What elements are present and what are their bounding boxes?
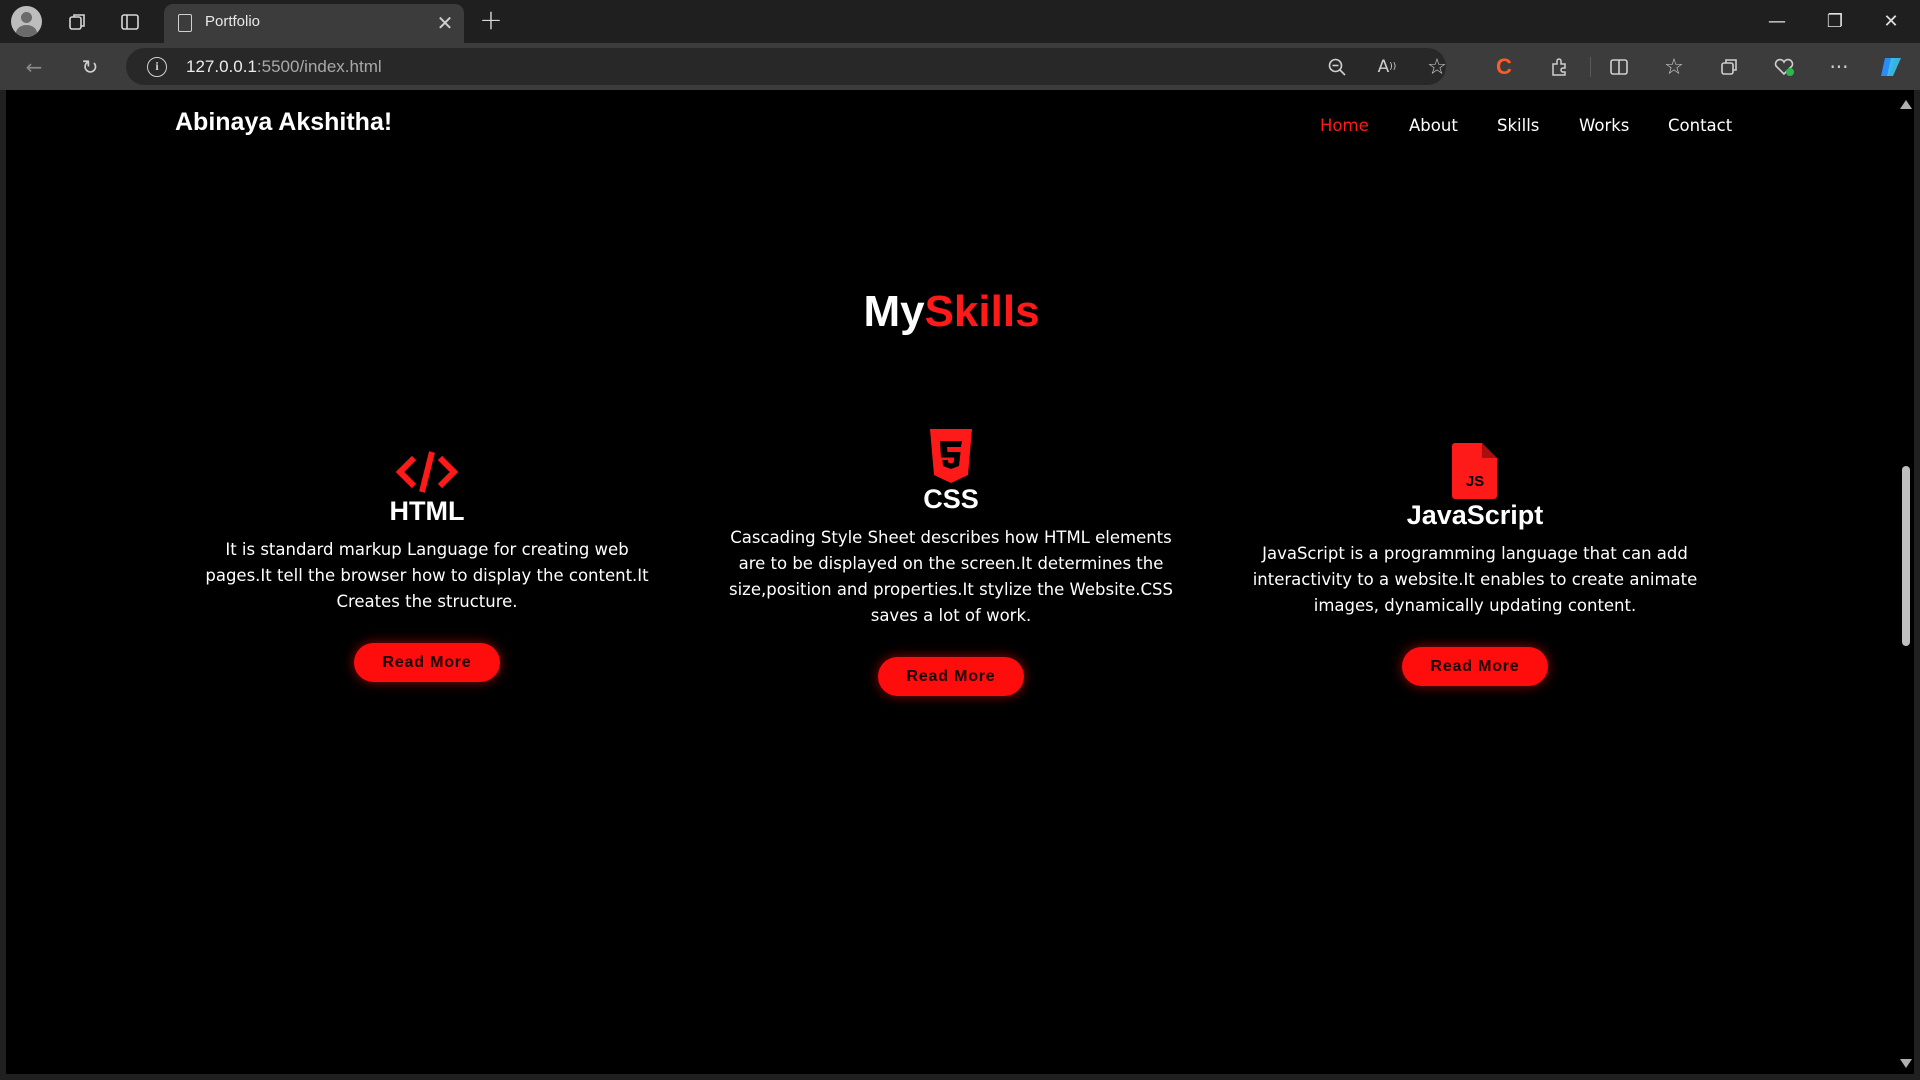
js-file-icon: JS <box>1451 442 1499 500</box>
favorites-icon[interactable]: ☆ <box>1658 51 1690 83</box>
site-info-icon[interactable]: i <box>147 57 167 77</box>
page-viewport: Abinaya Akshitha! Home About Skills Work… <box>6 90 1897 1074</box>
nav-contact[interactable]: Contact <box>1668 116 1732 135</box>
section-title-accent: Skills <box>924 287 1040 336</box>
more-menu-icon[interactable]: ··· <box>1823 51 1855 83</box>
refresh-icon[interactable]: ↻ <box>74 51 106 83</box>
nav-home[interactable]: Home <box>1320 116 1369 135</box>
skill-card-javascript: JS JavaScript JavaScript is a programmin… <box>1245 442 1705 686</box>
skill-description: It is standard markup Language for creat… <box>205 540 649 611</box>
read-more-button[interactable]: Read More <box>878 657 1024 696</box>
read-more-button[interactable]: Read More <box>1402 647 1548 686</box>
url-text[interactable]: 127.0.0.1:5500/index.html <box>186 57 382 77</box>
workspaces-icon[interactable] <box>62 6 93 37</box>
section-title: MySkills <box>6 287 1897 337</box>
tab-strip: Portfolio ✕ + — ❐ ✕ <box>0 0 1920 43</box>
skill-title: CSS <box>923 484 979 514</box>
tab-title: Portfolio <box>205 13 261 30</box>
skill-title: JavaScript <box>1406 500 1544 530</box>
section-title-prefix: My <box>863 287 925 336</box>
minimize-icon[interactable]: — <box>1748 0 1806 43</box>
scrollbar-thumb[interactable] <box>1902 466 1910 646</box>
code-icon <box>395 448 459 496</box>
restore-icon[interactable]: ❐ <box>1806 0 1864 43</box>
copilot-icon[interactable] <box>1876 51 1908 83</box>
toolbar-divider <box>1590 57 1591 77</box>
read-more-button[interactable]: Read More <box>354 643 500 682</box>
collections-icon[interactable] <box>1713 51 1745 83</box>
site-brand[interactable]: Abinaya Akshitha! <box>175 108 392 137</box>
split-screen-icon[interactable] <box>1603 51 1635 83</box>
extensions-icon[interactable] <box>1543 51 1575 83</box>
tab-portfolio[interactable]: Portfolio ✕ <box>164 4 464 43</box>
favorite-star-icon[interactable]: ☆ <box>1422 52 1452 82</box>
page-scrollbar[interactable] <box>1897 90 1914 1074</box>
scroll-up-arrow-icon[interactable] <box>1900 100 1912 109</box>
skill-card-html: HTML It is standard markup Language for … <box>197 448 657 682</box>
window-close-icon[interactable]: ✕ <box>1862 0 1920 43</box>
vertical-tabs-icon[interactable] <box>114 6 145 37</box>
page-icon <box>178 14 192 32</box>
back-icon[interactable]: ← <box>18 51 50 83</box>
new-tab-icon[interactable]: + <box>476 6 506 36</box>
read-aloud-icon[interactable]: A)) <box>1372 52 1402 82</box>
browser-essentials-icon[interactable] <box>1768 51 1800 83</box>
scroll-down-arrow-icon[interactable] <box>1900 1059 1912 1068</box>
skill-description: JavaScript is a programming language tha… <box>1252 544 1698 615</box>
browser-toolbar: ← ↻ i 127.0.0.1:5500/index.html A)) ☆ C … <box>0 43 1920 90</box>
skill-description: Cascading Style Sheet describes how HTML… <box>728 528 1174 625</box>
svg-text:JS: JS <box>1466 473 1484 490</box>
nav-works[interactable]: Works <box>1579 116 1629 135</box>
css3-icon <box>928 428 974 484</box>
address-bar[interactable]: i 127.0.0.1:5500/index.html A)) ☆ <box>126 48 1447 85</box>
profile-avatar-icon[interactable] <box>11 6 42 37</box>
extension-c-icon[interactable]: C <box>1488 51 1520 83</box>
skill-title: HTML <box>389 496 465 526</box>
zoom-out-icon[interactable] <box>1322 52 1352 82</box>
nav-skills[interactable]: Skills <box>1497 116 1539 135</box>
nav-about[interactable]: About <box>1409 116 1458 135</box>
skill-card-css: CSS Cascading Style Sheet describes how … <box>721 428 1181 696</box>
tab-close-icon[interactable]: ✕ <box>432 10 458 36</box>
